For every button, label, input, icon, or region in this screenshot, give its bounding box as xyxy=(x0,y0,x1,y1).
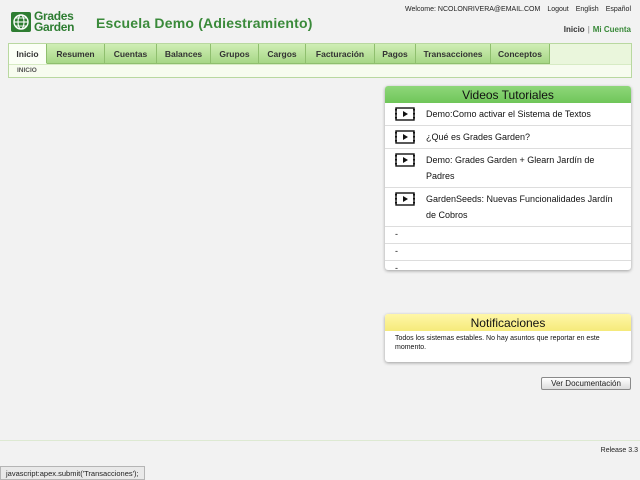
tab-inicio[interactable]: Inicio xyxy=(9,44,47,64)
notifications-panel: Notificaciones Todos los sistemas establ… xyxy=(385,314,631,362)
ver-documentacion-button[interactable]: Ver Documentación xyxy=(541,377,631,390)
video-item-empty: - xyxy=(385,244,631,261)
notification-message: Todos los sistemas estables. No hay asun… xyxy=(395,335,600,351)
main-navigation: Inicio Resumen Cuentas Balances Grupos C… xyxy=(8,43,632,78)
video-item[interactable]: GardenSeeds: Nuevas Funcionalidades Jard… xyxy=(385,188,631,227)
tab-grupos[interactable]: Grupos xyxy=(211,44,259,64)
espanol-link[interactable]: Español xyxy=(606,6,631,13)
video-item-empty: - xyxy=(385,227,631,244)
video-title[interactable]: ¿Qué es Grades Garden? xyxy=(395,132,530,142)
welcome-text: Welcome: NCOLONRIVERA@EMAIL.COM xyxy=(404,6,541,13)
video-title[interactable]: Demo: Grades Garden + Glearn Jardín de P… xyxy=(395,152,621,184)
video-title[interactable]: GardenSeeds: Nuevas Funcionalidades Jard… xyxy=(395,191,621,223)
release-version: Release 3.3 xyxy=(600,447,638,454)
globe-logo-icon xyxy=(11,12,31,32)
breadcrumb-bar: INICIO xyxy=(9,64,631,77)
inicio-link[interactable]: Inicio xyxy=(564,25,585,34)
video-item[interactable]: Demo:Como activar el Sistema de Textos xyxy=(385,103,631,126)
english-link[interactable]: English xyxy=(576,6,599,13)
video-list: Demo:Como activar el Sistema de Textos ¿… xyxy=(385,103,631,278)
logout-link[interactable]: Logout xyxy=(547,6,568,13)
grades-garden-logo[interactable]: Grades Garden xyxy=(10,10,82,34)
tab-list: Inicio Resumen Cuentas Balances Grupos C… xyxy=(9,44,550,64)
tab-conceptos[interactable]: Conceptos xyxy=(491,44,550,64)
videos-panel: Videos Tutoriales Demo:Como activar el S… xyxy=(385,86,631,273)
tab-cargos[interactable]: Cargos xyxy=(259,44,306,64)
mi-cuenta-link[interactable]: Mi Cuenta xyxy=(593,25,631,34)
tab-cuentas[interactable]: Cuentas xyxy=(105,44,157,64)
logo-line-2: Garden xyxy=(34,20,75,34)
user-bar: Welcome: NCOLONRIVERA@EMAIL.COM Logout E… xyxy=(405,6,631,13)
tab-transacciones[interactable]: Transacciones xyxy=(416,44,491,64)
tab-facturacion[interactable]: Facturación xyxy=(306,44,375,64)
site-title: Escuela Demo (Adiestramiento) xyxy=(96,15,313,31)
video-item[interactable]: ¿Qué es Grades Garden? xyxy=(385,126,631,149)
link-separator: | xyxy=(587,25,590,34)
video-play-icon xyxy=(395,130,415,144)
tab-pagos[interactable]: Pagos xyxy=(375,44,416,64)
browser-status-bar: javascript:apex.submit('Transacciones'); xyxy=(0,466,145,480)
breadcrumb: INICIO xyxy=(17,67,37,74)
videos-panel-title: Videos Tutoriales xyxy=(385,86,631,103)
footer-divider xyxy=(0,440,640,441)
video-play-icon xyxy=(395,153,415,167)
account-links: Inicio | Mi Cuenta xyxy=(564,25,631,34)
video-play-icon xyxy=(395,107,415,121)
notifications-panel-title: Notificaciones xyxy=(385,314,631,331)
video-item[interactable]: Demo: Grades Garden + Glearn Jardín de P… xyxy=(385,149,631,188)
video-title[interactable]: Demo:Como activar el Sistema de Textos xyxy=(395,109,591,119)
tab-resumen[interactable]: Resumen xyxy=(47,44,105,64)
header: Grades Garden Escuela Demo (Adiestramien… xyxy=(0,0,640,44)
video-item-empty: - xyxy=(395,263,398,273)
video-play-icon xyxy=(395,192,415,206)
logo-wordmark: Grades Garden xyxy=(34,10,75,34)
tab-balances[interactable]: Balances xyxy=(157,44,211,64)
